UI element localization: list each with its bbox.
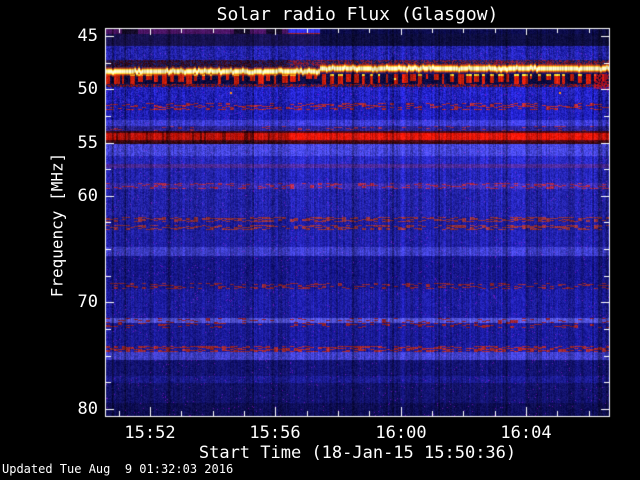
y-tick-label: 80 [77,399,98,419]
x-tick-label: 16:00 [375,423,427,443]
x-tick-label: 16:04 [500,423,552,443]
y-tick-label: 70 [77,292,98,312]
x-axis-label: Start Time (18-Jan-15 15:50:36) [198,443,517,463]
x-tick-label: 15:56 [249,423,301,443]
y-tick-label: 45 [77,26,98,46]
spectrogram-figure: Solar radio Flux (Glasgow) Frequency [MH… [0,0,640,480]
y-axis-label: Frequency [MHz] [47,152,67,298]
x-tick-label: 15:52 [124,423,176,443]
y-tick-label: 55 [77,133,98,153]
y-tick-label: 60 [77,186,98,206]
y-tick-label: 50 [77,79,98,99]
updated-timestamp: Updated Tue Aug 9 01:32:03 2016 [2,462,234,476]
chart-title: Solar radio Flux (Glasgow) [216,4,499,25]
